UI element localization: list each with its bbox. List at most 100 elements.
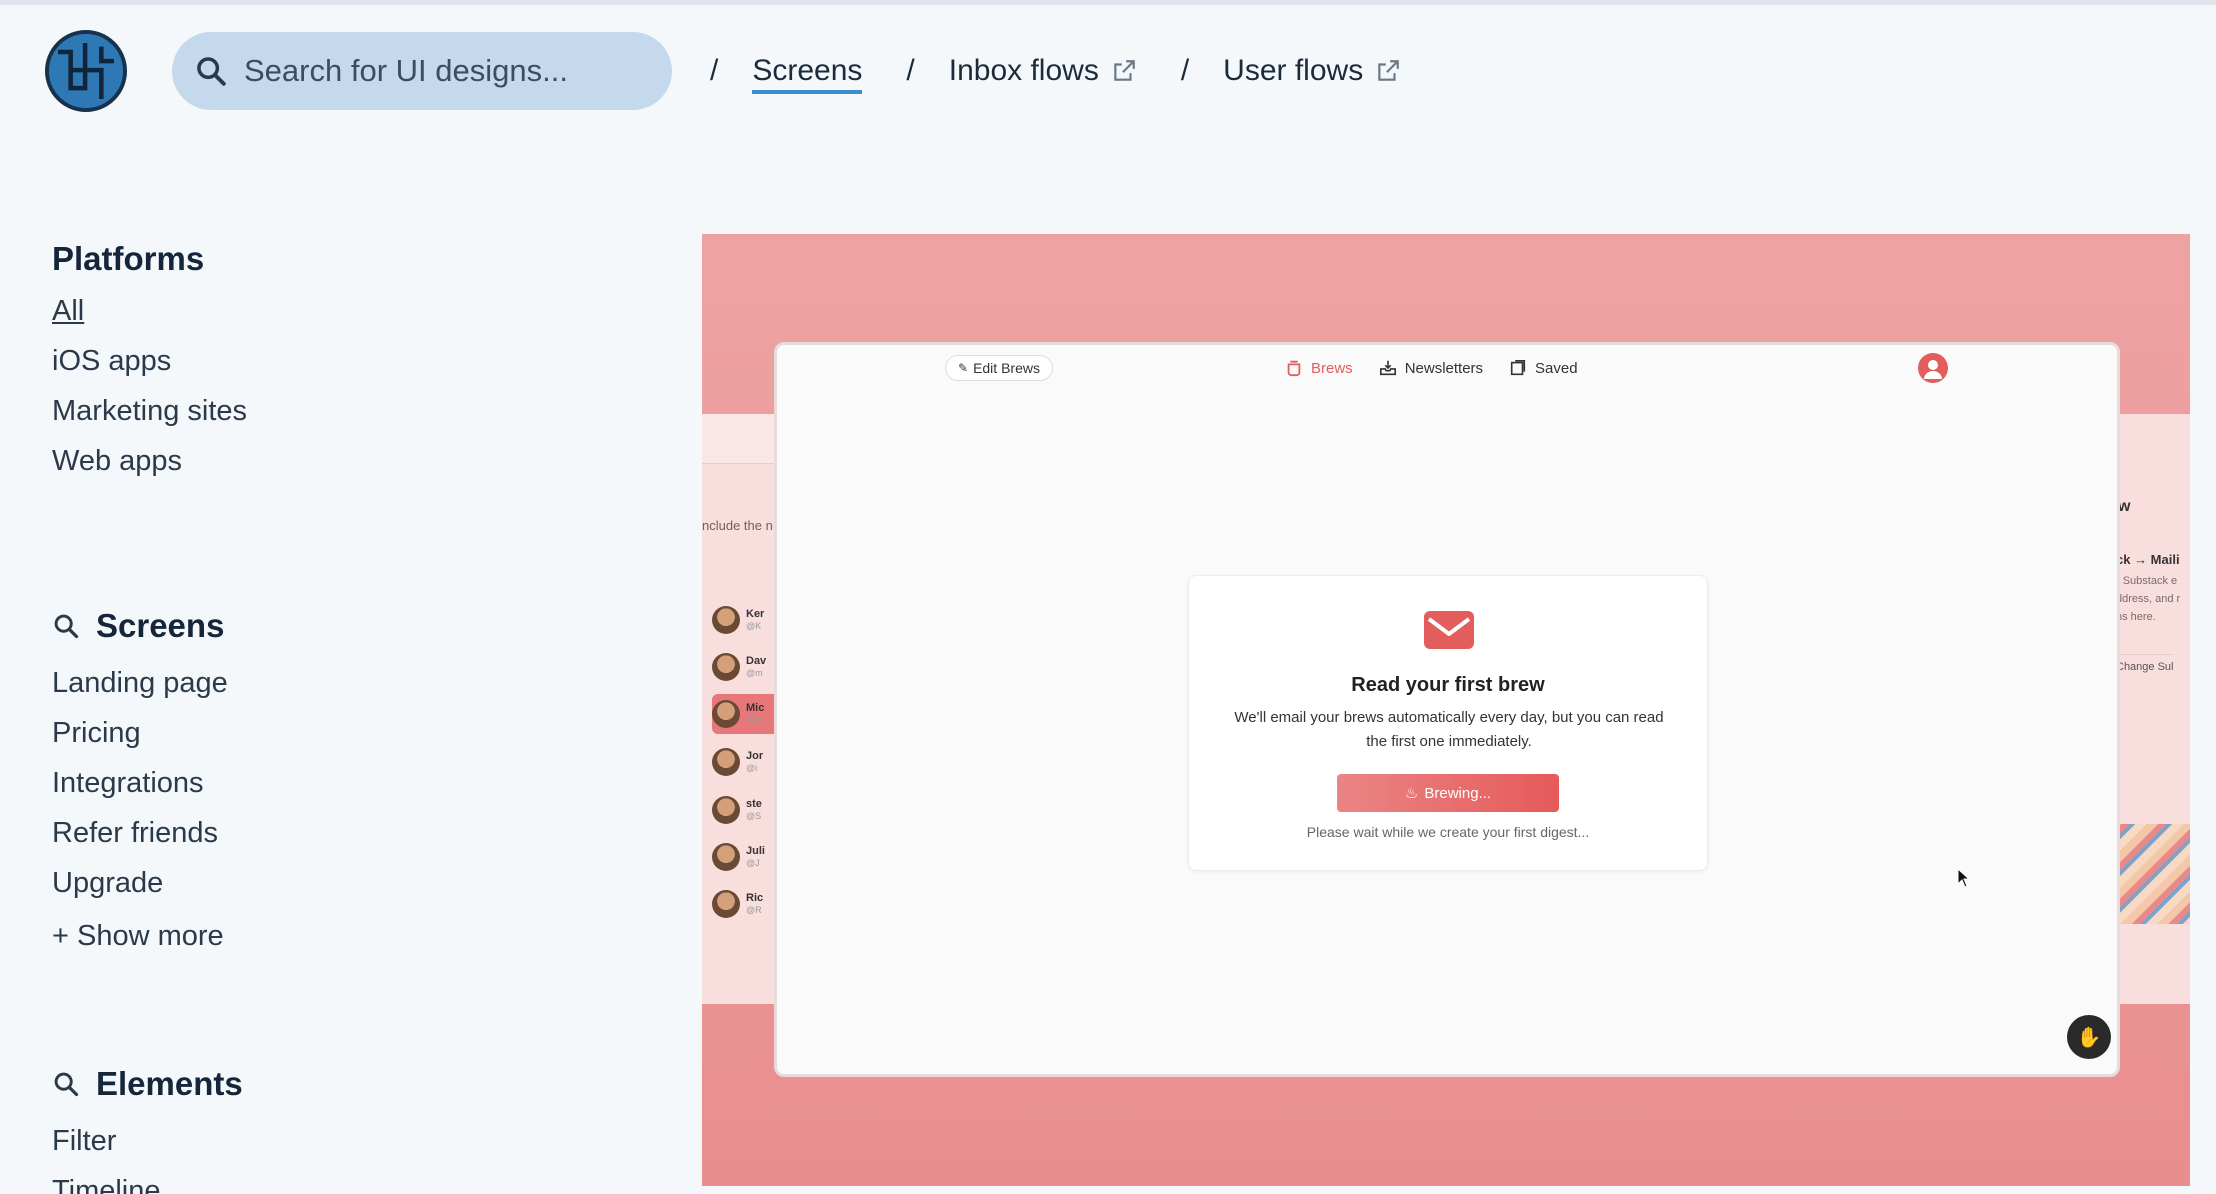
screens-title[interactable]: Screens: [52, 594, 228, 658]
elements-title-label: Elements: [96, 1065, 243, 1102]
list-item: ste @S: [712, 790, 782, 830]
user-handle: @i: [746, 763, 758, 773]
background-line: ddress, and r: [2116, 593, 2181, 605]
breadcrumb-label: User flows: [1223, 54, 1364, 87]
user-icon: [1924, 360, 1942, 379]
platform-all[interactable]: All: [52, 286, 247, 336]
tab-label: Brews: [1311, 359, 1353, 377]
user-name: ste: [746, 798, 762, 810]
screens-title-label: Screens: [96, 607, 225, 644]
wave-hand-icon: ✋: [2076, 1026, 2102, 1049]
brewing-button[interactable]: ♨ Brewing...: [1337, 774, 1559, 812]
background-text: nclude the n: [702, 518, 773, 533]
search-icon: [54, 614, 79, 639]
user-handle: @K: [746, 621, 762, 631]
user-handle: @m: [746, 668, 763, 678]
first-brew-card: Read your first brew We'll email your br…: [1188, 575, 1708, 871]
elements-title[interactable]: Elements: [52, 1052, 243, 1116]
screen-landing-page[interactable]: Landing page: [52, 658, 228, 708]
list-item: Dav @m: [712, 647, 782, 687]
card-title: Read your first brew: [1351, 674, 1545, 696]
avatar: [712, 748, 740, 776]
tab-saved[interactable]: Saved: [1509, 359, 1578, 377]
background-link: Change Sul: [2116, 654, 2174, 673]
pencil-icon: ✎: [958, 361, 969, 375]
screen-refer-friends[interactable]: Refer friends: [52, 808, 228, 858]
list-item-name: Jor @i: [746, 750, 763, 774]
search-bar[interactable]: [172, 32, 672, 110]
user-name: Mic: [746, 702, 765, 714]
list-item-name: ste @S: [746, 798, 762, 822]
breadcrumb-screens[interactable]: Screens: [752, 54, 863, 94]
avatar: [712, 843, 740, 871]
search-icon: [54, 1072, 79, 1097]
user-handle: @m: [746, 715, 763, 725]
breadcrumb-label: Inbox flows: [948, 54, 1099, 87]
list-item: Juli @J: [712, 837, 782, 877]
search-input[interactable]: [244, 53, 644, 89]
platform-web-apps[interactable]: Web apps: [52, 436, 247, 486]
list-item: Mic @m: [712, 694, 782, 734]
background-screen-right: w ck → Maili r Substack e ddress, and r …: [2110, 414, 2190, 1004]
brewing-label: Brewing...: [1424, 784, 1492, 802]
platform-ios-apps[interactable]: iOS apps: [52, 336, 247, 386]
user-name: Ric: [746, 892, 764, 904]
cup-icon: ♨: [1404, 785, 1419, 802]
cup-icon: [1287, 360, 1301, 377]
logo-icon: [49, 34, 123, 108]
tab-brews[interactable]: Brews: [1285, 359, 1353, 377]
bookmark-icon: [1510, 359, 1526, 376]
list-item-name: Juli @J: [746, 845, 765, 869]
platform-marketing-sites[interactable]: Marketing sites: [52, 386, 247, 436]
screenshot-preview[interactable]: nclude the n Ker @K Dav @m Mic @m Jor @i ste…: [702, 234, 2190, 1186]
platforms-section: Platforms All iOS apps Marketing sites W…: [52, 232, 247, 486]
list-item-name: Dav @m: [746, 655, 766, 679]
background-line: ns here.: [2116, 611, 2156, 623]
screen-pricing[interactable]: Pricing: [52, 708, 228, 758]
background-title: ck → Maili: [2116, 552, 2180, 567]
breadcrumb-label: Screens: [752, 54, 863, 87]
card-footer: Please wait while we create your first d…: [1306, 824, 1590, 840]
external-link-icon: [1114, 60, 1135, 81]
mail-icon: [1424, 611, 1474, 649]
app-tabs: Brews Newsletters Saved: [1285, 355, 1604, 381]
breadcrumb-user-flows[interactable]: User flows: [1223, 54, 1401, 88]
background-artwork: [2110, 824, 2190, 924]
list-item-name: Ric @R: [746, 892, 763, 916]
header: / Screens / Inbox flows / User flows: [0, 0, 2216, 150]
avatar: [712, 700, 740, 728]
help-wave-button[interactable]: ✋: [2067, 1015, 2111, 1059]
edit-brews-button[interactable]: ✎ Edit Brews: [945, 355, 1053, 381]
breadcrumb-inbox-flows[interactable]: Inbox flows: [949, 54, 1137, 88]
list-item-name: Ker @K: [746, 608, 764, 632]
user-handle: @R: [746, 905, 762, 915]
screen-upgrade[interactable]: Upgrade: [52, 858, 228, 908]
user-name: Dav: [746, 655, 767, 667]
search-icon: [197, 57, 226, 86]
edit-brews-label: Edit Brews: [973, 360, 1040, 376]
screen-integrations[interactable]: Integrations: [52, 758, 228, 808]
avatar[interactable]: [1918, 353, 1948, 383]
background-line: r Substack e: [2116, 575, 2178, 587]
breadcrumb-separator: /: [710, 54, 719, 87]
avatar: [712, 606, 740, 634]
card-body: We'll email your brews automatically eve…: [1234, 709, 1664, 750]
user-name: Juli: [746, 845, 765, 857]
element-filter[interactable]: Filter: [52, 1116, 243, 1166]
user-handle: @J: [746, 858, 760, 868]
show-more-button[interactable]: + Show more: [52, 908, 228, 964]
breadcrumb-separator: /: [906, 54, 915, 87]
user-name: Jor: [746, 750, 764, 762]
external-link-icon: [1378, 60, 1400, 81]
elements-section: Elements Filter Timeline: [52, 1052, 243, 1194]
mouse-cursor-icon: [1957, 868, 1971, 888]
element-timeline[interactable]: Timeline: [52, 1166, 243, 1194]
app-window: ✎ Edit Brews Brews Newsletters Saved Rea…: [774, 342, 2120, 1077]
tab-label: Newsletters: [1404, 359, 1484, 377]
avatar: [712, 653, 740, 681]
tab-newsletters[interactable]: Newsletters: [1379, 359, 1483, 377]
user-handle: @S: [746, 811, 762, 821]
avatar: [712, 796, 740, 824]
list-item: Ric @R: [712, 884, 782, 924]
logo[interactable]: [45, 30, 127, 112]
